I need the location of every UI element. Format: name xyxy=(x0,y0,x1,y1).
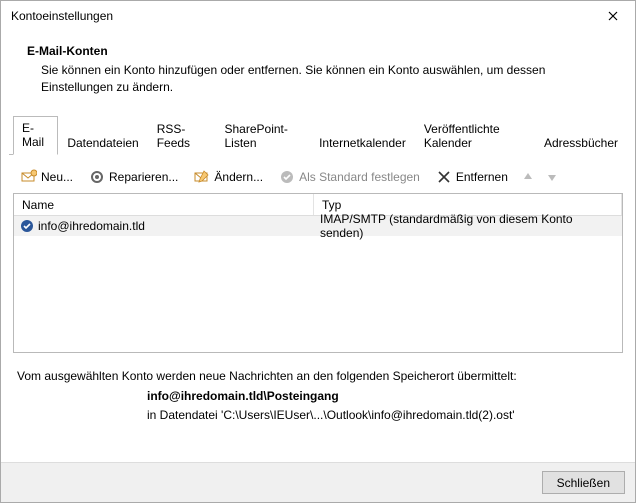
window-title: Kontoeinstellungen xyxy=(11,9,590,23)
toolbar: Neu... Reparieren... Ändern... Als Stand… xyxy=(13,165,623,193)
remove-button[interactable]: Entfernen xyxy=(432,167,512,187)
tab-sharepoint[interactable]: SharePoint-Listen xyxy=(216,117,311,155)
tab-internetcal[interactable]: Internetkalender xyxy=(310,131,415,155)
tabs: E-Mail Datendateien RSS-Feeds SharePoint… xyxy=(9,115,627,155)
delivery-file: in Datendatei 'C:\Users\IEUser\...\Outlo… xyxy=(17,406,619,425)
tab-label: SharePoint-Listen xyxy=(225,122,288,150)
col-header-label: Typ xyxy=(322,198,341,212)
gear-icon xyxy=(89,169,105,185)
new-button[interactable]: Neu... xyxy=(17,167,77,187)
tab-label: Datendateien xyxy=(67,136,138,150)
accounts-grid: Name Typ info@ihredomain.tld IMAP/SMTP (… xyxy=(13,193,623,353)
toolbar-label: Neu... xyxy=(41,170,73,184)
repair-button[interactable]: Reparieren... xyxy=(85,167,182,187)
cell-text: info@ihredomain.tld xyxy=(38,219,145,233)
tab-label: Veröffentlichte Kalender xyxy=(424,122,500,150)
set-default-button[interactable]: Als Standard festlegen xyxy=(275,167,424,187)
tab-email[interactable]: E-Mail xyxy=(13,116,58,155)
arrow-down-icon xyxy=(546,171,558,183)
table-row[interactable]: info@ihredomain.tld IMAP/SMTP (standardm… xyxy=(14,216,622,236)
account-settings-window: Kontoeinstellungen E-Mail-Konten Sie kön… xyxy=(0,0,636,503)
delivery-block: Vom ausgewählten Konto werden neue Nachr… xyxy=(13,353,623,425)
close-button[interactable]: Schließen xyxy=(542,471,625,494)
tab-datafiles[interactable]: Datendateien xyxy=(58,131,147,155)
move-up-button[interactable] xyxy=(520,171,536,183)
check-circle-icon xyxy=(279,169,295,185)
default-account-icon xyxy=(20,219,34,233)
cell-type: IMAP/SMTP (standardmäßig von diesem Kont… xyxy=(314,212,622,240)
header-heading: E-Mail-Konten xyxy=(27,43,609,60)
mail-new-icon xyxy=(21,169,37,185)
tab-label: E-Mail xyxy=(22,121,44,149)
tab-label: Internetkalender xyxy=(319,136,406,150)
tab-label: Adressbücher xyxy=(544,136,618,150)
mail-edit-icon xyxy=(194,169,210,185)
tab-publishedcal[interactable]: Veröffentlichte Kalender xyxy=(415,117,535,155)
header-block: E-Mail-Konten Sie können ein Konto hinzu… xyxy=(1,31,635,103)
move-down-button[interactable] xyxy=(544,171,560,183)
toolbar-label: Entfernen xyxy=(456,170,508,184)
col-header-label: Name xyxy=(22,198,54,212)
toolbar-label: Ändern... xyxy=(214,170,263,184)
delivery-text: Vom ausgewählten Konto werden neue Nachr… xyxy=(17,367,619,386)
col-header-name[interactable]: Name xyxy=(14,194,314,215)
header-subtext: Sie können ein Konto hinzufügen oder ent… xyxy=(27,60,609,96)
toolbar-label: Als Standard festlegen xyxy=(299,170,420,184)
button-label: Schließen xyxy=(557,476,610,490)
titlebar: Kontoeinstellungen xyxy=(1,1,635,31)
tab-label: RSS-Feeds xyxy=(157,122,190,150)
window-close-button[interactable] xyxy=(590,1,635,31)
cell-text: IMAP/SMTP (standardmäßig von diesem Kont… xyxy=(320,212,616,240)
cell-name: info@ihredomain.tld xyxy=(14,219,314,233)
toolbar-label: Reparieren... xyxy=(109,170,178,184)
tab-panel-email: Neu... Reparieren... Ändern... Als Stand… xyxy=(9,155,627,425)
change-button[interactable]: Ändern... xyxy=(190,167,267,187)
tab-addressbooks[interactable]: Adressbücher xyxy=(535,131,627,155)
dialog-footer: Schließen xyxy=(1,462,635,502)
arrow-up-icon xyxy=(522,171,534,183)
remove-x-icon xyxy=(436,169,452,185)
close-icon xyxy=(608,11,618,21)
delivery-location: info@ihredomain.tld\Posteingang xyxy=(17,387,619,406)
tab-rss[interactable]: RSS-Feeds xyxy=(148,117,216,155)
